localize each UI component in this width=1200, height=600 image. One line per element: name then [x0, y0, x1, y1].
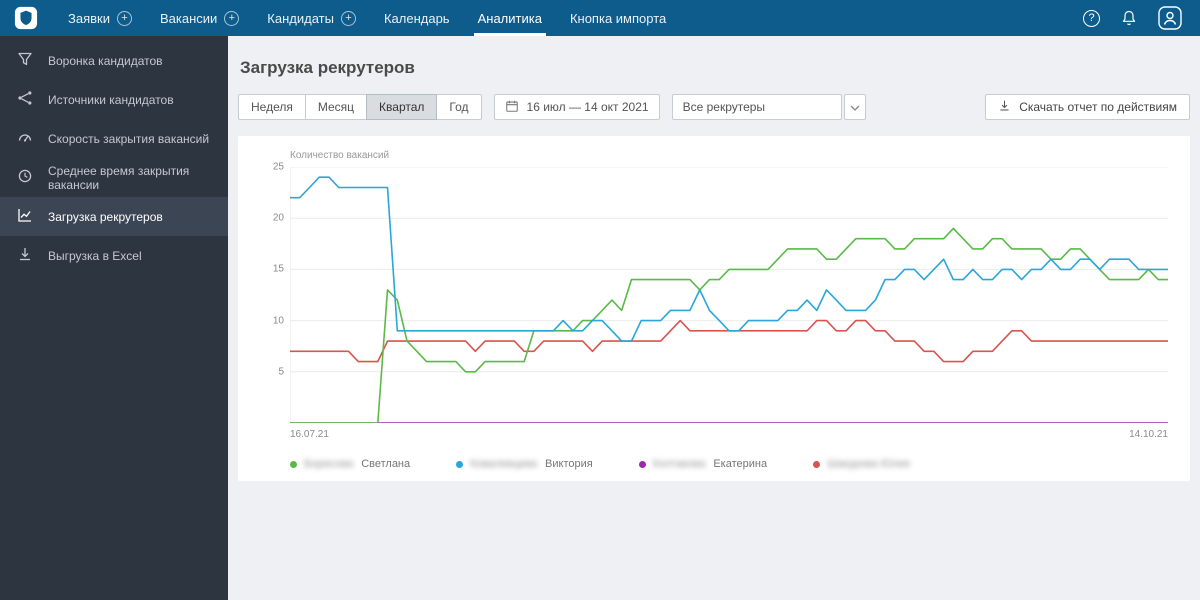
report-toolbar: Неделя Месяц Квартал Год 16 июл — 14 окт… — [238, 94, 1190, 120]
legend-dot — [638, 460, 646, 468]
sidebar-item-candidate-funnel[interactable]: Воронка кандидатов — [0, 41, 228, 80]
nav-item-label: Аналитика — [477, 10, 542, 26]
top-navigation-bar: Заявки + Вакансии + Кандидаты + Календар… — [0, 0, 1200, 36]
calendar-icon — [505, 99, 519, 116]
y-tick-label: 20 — [272, 212, 284, 224]
share-nodes-icon — [17, 90, 33, 109]
line-chart-icon — [17, 207, 33, 226]
y-tick-label: 25 — [272, 161, 284, 173]
sidebar-item-label: Среднее время закрытия вакансии — [48, 163, 190, 192]
x-axis-end-label: 14.10.21 — [1129, 429, 1168, 440]
sidebar-item-closing-speed[interactable]: Скорость закрытия вакансий — [0, 119, 228, 158]
sidebar-item-label: Источники кандидатов — [48, 92, 174, 107]
nav-item-label: Заявки — [68, 10, 110, 26]
legend-item[interactable]: Шакурова Юлия — [813, 458, 918, 470]
line-chart: 5 10 15 20 25 — [273, 162, 1168, 423]
sidebar-item-excel-export[interactable]: Выгрузка в Excel — [0, 236, 228, 275]
chart-card: Количество вакансий 5 10 15 20 25 16.07.21 1… — [238, 136, 1190, 481]
plus-icon[interactable]: + — [116, 10, 132, 26]
download-icon — [17, 246, 33, 265]
period-quarter-button[interactable]: Квартал — [366, 94, 438, 120]
sidebar-item-candidate-sources[interactable]: Источники кандидатов — [0, 80, 228, 119]
legend-dot — [456, 460, 464, 468]
legend-item[interactable]: Борисова Светлана — [290, 458, 410, 470]
legend-dot — [290, 460, 297, 468]
legend-label: Екатерина — [713, 458, 768, 470]
date-range-picker[interactable]: 16 июл — 14 окт 2021 — [493, 94, 660, 120]
chevron-down-icon — [850, 100, 860, 114]
nav-item-label: Кнопка импорта — [569, 10, 667, 26]
chart-legend: Борисова Светлана Ковалевцева Виктория К… — [290, 458, 1168, 470]
plus-icon[interactable]: + — [224, 10, 240, 26]
sidebar-item-label: Загрузка рекрутеров — [48, 209, 163, 224]
legend-label-blurred: Шакурова Юлия — [827, 458, 910, 470]
period-year-button[interactable]: Год — [436, 94, 482, 120]
funnel-icon — [17, 51, 33, 70]
period-week-button[interactable]: Неделя — [238, 94, 306, 120]
sidebar-item-label: Воронка кандидатов — [48, 53, 163, 68]
topbar-actions: ? — [1083, 6, 1200, 30]
user-avatar[interactable] — [1158, 6, 1182, 30]
download-report-label: Скачать отчет по действиям — [1019, 100, 1177, 114]
sidebar-item-label: Выгрузка в Excel — [48, 248, 142, 263]
help-icon[interactable]: ? — [1083, 9, 1100, 27]
nav-item-label: Кандидаты — [267, 10, 334, 26]
speedometer-icon — [17, 129, 33, 148]
legend-item[interactable]: Колтакова Екатерина — [638, 458, 768, 470]
nav-item-analytics[interactable]: Аналитика — [464, 0, 556, 36]
legend-label-blurred: Колтакова — [652, 458, 706, 470]
nav-item-vacancies[interactable]: Вакансии + — [146, 0, 253, 36]
legend-item[interactable]: Ковалевцева Виктория — [456, 458, 593, 470]
app-logo-icon[interactable] — [14, 6, 38, 30]
chart-svg — [290, 167, 1168, 423]
legend-label: Светлана — [361, 458, 411, 470]
main-content: Загрузка рекрутеров Неделя Месяц Квартал… — [228, 36, 1200, 600]
sidebar-item-average-closing-time[interactable]: Среднее время закрытия вакансии — [0, 158, 228, 197]
clock-icon — [17, 168, 33, 187]
sidebar-item-label: Скорость закрытия вакансий — [48, 131, 210, 146]
nav-item-label: Вакансии — [159, 10, 218, 26]
nav-item-label: Календарь — [383, 10, 450, 26]
legend-label-blurred: Ковалевцева — [470, 458, 538, 470]
bell-icon[interactable] — [1120, 9, 1138, 27]
download-icon — [998, 99, 1011, 115]
y-tick-label: 15 — [272, 263, 284, 275]
date-range-value: 16 июл — 14 окт 2021 — [526, 100, 649, 114]
main-menu: Заявки + Вакансии + Кандидаты + Календар… — [54, 0, 680, 36]
sidebar-item-recruiter-load[interactable]: Загрузка рекрутеров — [0, 197, 228, 236]
y-tick-label: 5 — [278, 366, 284, 378]
legend-dot — [813, 460, 821, 468]
chart-y-axis-title: Количество вакансий — [290, 150, 390, 161]
download-report-button[interactable]: Скачать отчет по действиям — [985, 94, 1190, 120]
nav-item-candidates[interactable]: Кандидаты + — [253, 0, 370, 36]
legend-label-blurred: Борисова — [304, 458, 354, 470]
nav-item-requests[interactable]: Заявки + — [54, 0, 146, 36]
recruiter-select-dropdown-button[interactable] — [843, 94, 866, 120]
x-axis-start-label: 16.07.21 — [290, 429, 329, 440]
period-segmented-control: Неделя Месяц Квартал Год — [238, 94, 482, 120]
plus-icon[interactable]: + — [340, 10, 356, 26]
period-month-button[interactable]: Месяц — [304, 94, 368, 120]
recruiter-select-value: Все рекрутеры — [682, 100, 766, 114]
y-tick-label: 10 — [272, 315, 284, 327]
legend-label: Виктория — [545, 458, 593, 470]
nav-item-import[interactable]: Кнопка импорта — [556, 0, 680, 36]
nav-item-calendar[interactable]: Календарь — [370, 0, 464, 36]
page-title: Загрузка рекрутеров — [240, 58, 415, 77]
analytics-sidebar: Воронка кандидатов Источники кандидатов … — [0, 36, 228, 600]
recruiter-select[interactable]: Все рекрутеры — [671, 94, 842, 120]
x-axis-labels: 16.07.21 14.10.21 — [290, 429, 1168, 440]
